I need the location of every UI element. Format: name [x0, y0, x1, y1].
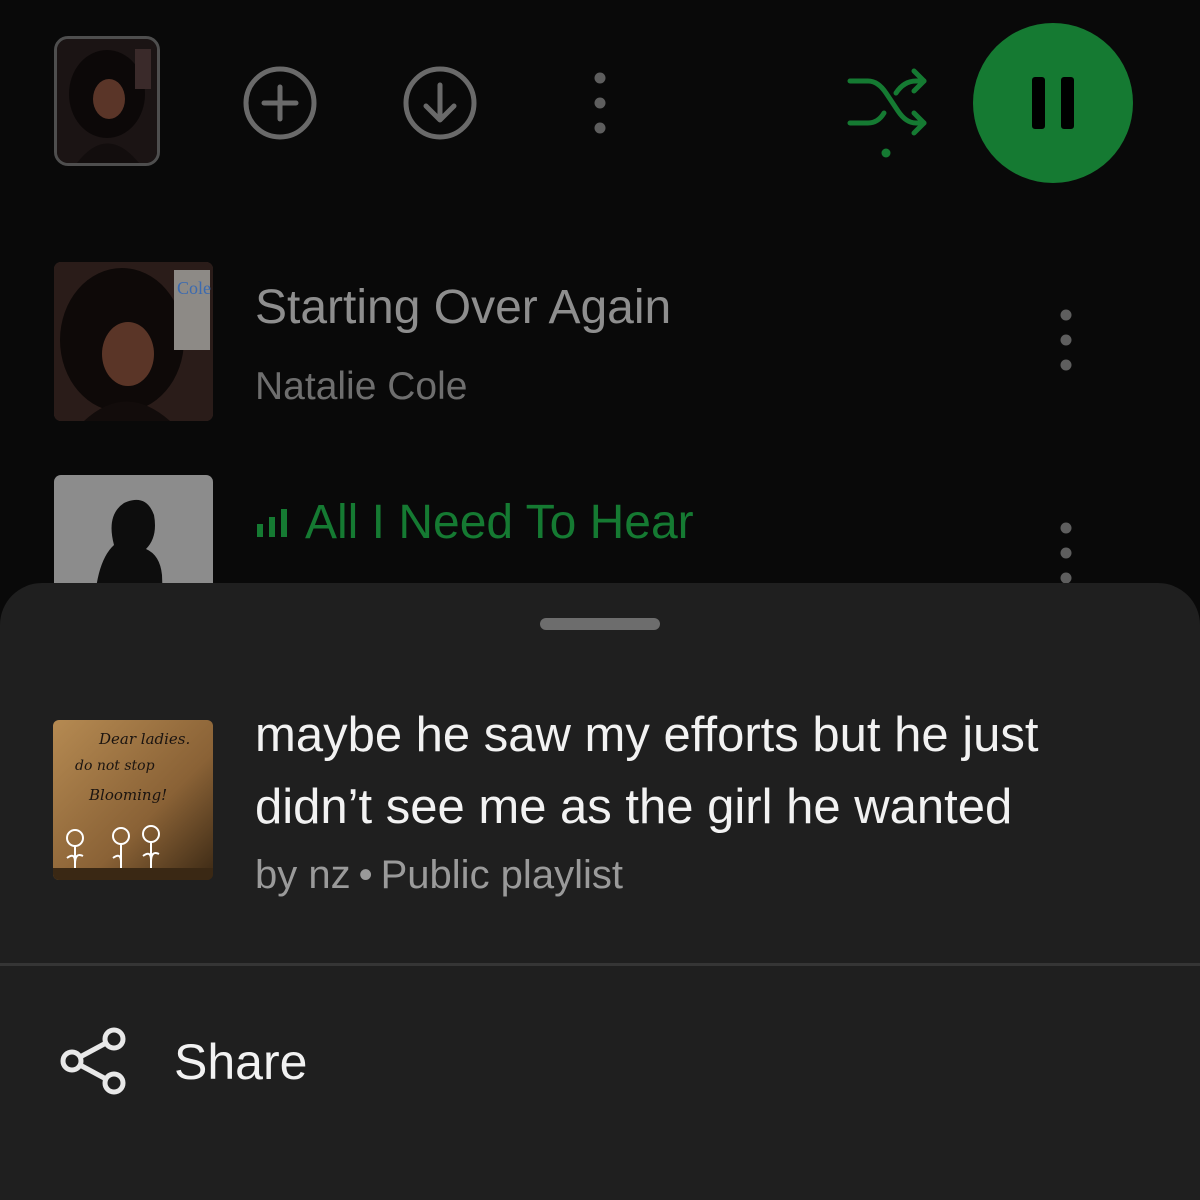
pause-button[interactable]: [973, 23, 1133, 183]
now-playing-equalizer-icon: [257, 508, 287, 537]
playlist-cover: Dear ladies. do not stop Blooming!: [53, 720, 213, 880]
playlist-cover-thumbnail[interactable]: [54, 36, 160, 166]
download-circle-icon: [403, 66, 477, 140]
track-row[interactable]: Cole Starting Over Again Natalie Cole: [0, 262, 1200, 422]
share-menu-item[interactable]: Share: [0, 1003, 1200, 1123]
add-to-library-button[interactable]: [240, 63, 320, 143]
svg-text:Cole: Cole: [177, 278, 211, 298]
track-title: All I Need To Hear: [305, 496, 694, 549]
divider: [0, 963, 1200, 966]
more-options-button[interactable]: [580, 63, 620, 143]
download-button[interactable]: [400, 63, 480, 143]
vertical-dots-icon: [594, 72, 606, 134]
playlist-title: maybe he saw my efforts but he just didn…: [255, 708, 1039, 834]
vertical-dots-icon: [1060, 522, 1072, 584]
shuffle-button[interactable]: [840, 63, 934, 163]
cover-handwriting: Dear ladies.: [98, 730, 190, 748]
playlist-visibility: Public playlist: [380, 853, 623, 897]
player-screen: Cole Starting Over Again Natalie Cole Al…: [0, 0, 1200, 1200]
playlist-cover-image: Dear ladies. do not stop Blooming!: [53, 720, 213, 880]
cover-photo-image: [57, 39, 157, 163]
track-title: Starting Over Again: [255, 281, 672, 334]
track-more-options-button[interactable]: [1046, 513, 1086, 593]
pause-icon: [1032, 77, 1074, 129]
playlist-owner: by nz: [255, 853, 351, 897]
share-label: Share: [174, 1034, 308, 1090]
playlist-meta: by nz • Public playlist: [255, 853, 623, 898]
track-artwork: Cole: [54, 262, 213, 421]
track-artwork-image: Cole: [54, 262, 213, 421]
cover-handwriting: Blooming!: [88, 786, 167, 804]
track-title-now-playing: All I Need To Hear: [255, 495, 694, 550]
track-more-options-button[interactable]: [1046, 300, 1086, 380]
track-artist: Natalie Cole: [255, 365, 468, 408]
sheet-drag-handle[interactable]: [540, 618, 660, 630]
share-icon: [60, 1027, 126, 1095]
cover-handwriting: do not stop: [75, 758, 155, 774]
shuffle-icon: [847, 68, 927, 158]
vertical-dots-icon: [1060, 309, 1072, 371]
meta-separator: •: [358, 853, 373, 897]
context-menu-sheet: Dear ladies. do not stop Blooming! maybe…: [0, 583, 1200, 1200]
plus-circle-icon: [243, 66, 317, 140]
